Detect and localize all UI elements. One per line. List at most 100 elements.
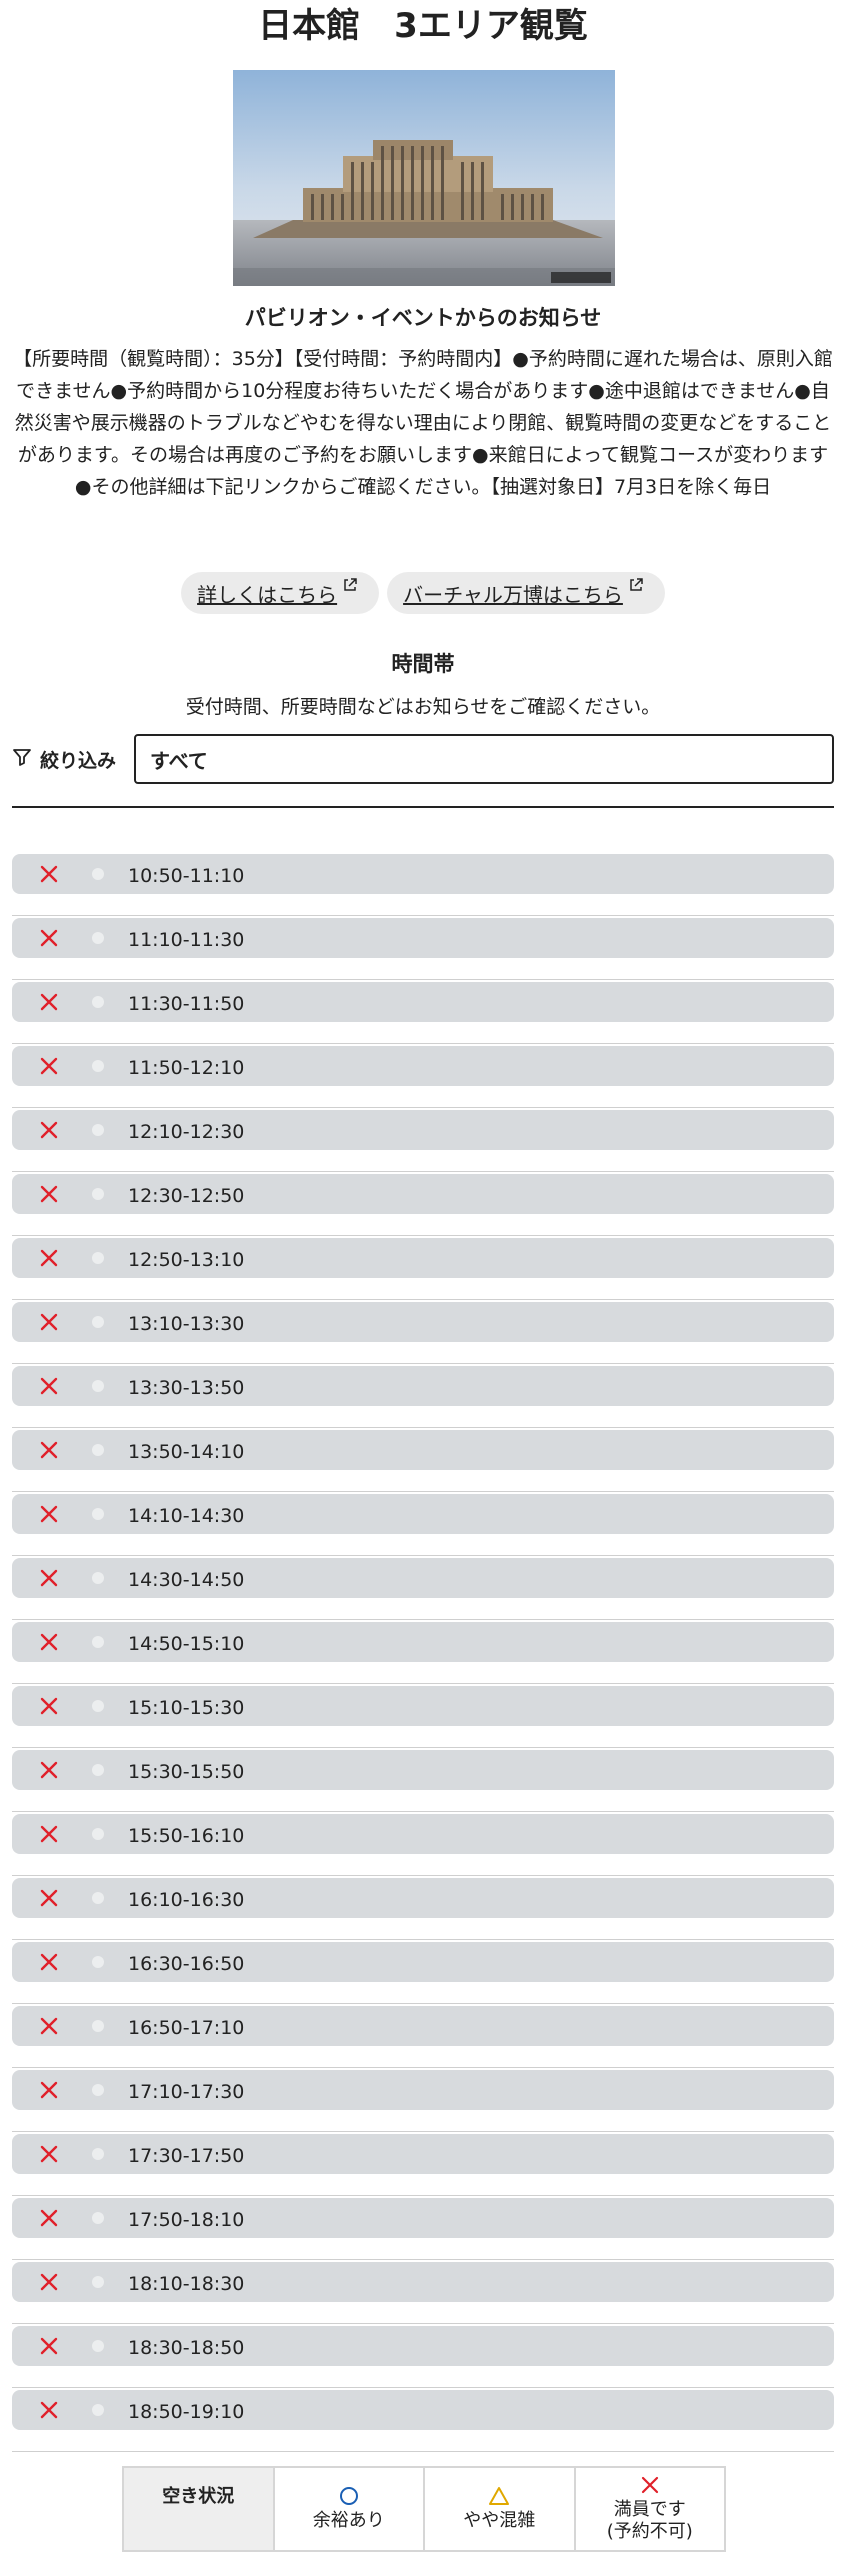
cross-icon — [38, 1311, 60, 1333]
timeslot-row: 11:30-11:50 — [12, 980, 834, 1044]
timeslot-time: 13:10-13:30 — [128, 1313, 245, 1335]
radio-indicator-icon — [92, 1700, 104, 1712]
timeslot-list: 10:50-11:10 11:10-11:30 11:30-11:50 11:50-1… — [12, 852, 834, 2452]
timeslot-time: 11:50-12:10 — [128, 1057, 245, 1079]
timeslot-button[interactable]: 14:30-14:50 — [12, 1558, 834, 1598]
timeslot-time: 16:50-17:10 — [128, 2017, 245, 2039]
timeslot-heading: 時間帯 — [391, 652, 455, 676]
legend-title-text: 空き状況 — [162, 2486, 235, 2507]
cross-icon — [38, 2015, 60, 2037]
timeslot-time: 12:10-12:30 — [128, 1121, 245, 1143]
cross-icon — [38, 1055, 60, 1077]
cross-icon — [38, 1119, 60, 1141]
cross-icon — [38, 1951, 60, 1973]
timeslot-button[interactable]: 16:30-16:50 — [12, 1942, 834, 1982]
details-link-label: 詳しくはこちら — [197, 582, 338, 607]
timeslot-button[interactable]: 14:10-14:30 — [12, 1494, 834, 1534]
filter-select[interactable]: すべて — [134, 734, 834, 784]
pavilion-photo — [233, 70, 615, 286]
legend-full-label-line1: 満員です — [613, 2499, 686, 2520]
timeslot-button[interactable]: 11:50-12:10 — [12, 1046, 834, 1086]
timeslot-time: 18:30-18:50 — [128, 2337, 245, 2359]
timeslot-button[interactable]: 12:30-12:50 — [12, 1174, 834, 1214]
radio-indicator-icon — [92, 1572, 104, 1584]
radio-indicator-icon — [92, 1764, 104, 1776]
timeslot-row: 17:10-17:30 — [12, 2068, 834, 2132]
timeslot-button[interactable]: 13:10-13:30 — [12, 1302, 834, 1342]
cross-icon — [38, 2335, 60, 2357]
radio-indicator-icon — [92, 1892, 104, 1904]
timeslot-button[interactable]: 12:10-12:30 — [12, 1110, 834, 1150]
radio-indicator-icon — [92, 1316, 104, 1328]
radio-indicator-icon — [92, 1956, 104, 1968]
timeslot-button[interactable]: 13:50-14:10 — [12, 1430, 834, 1470]
legend-title: 空き状況 — [124, 2468, 273, 2550]
timeslot-button[interactable]: 16:10-16:30 — [12, 1878, 834, 1918]
page-title: 日本館 3エリア観覧 — [258, 6, 588, 46]
timeslot-button[interactable]: 18:50-19:10 — [12, 2390, 834, 2430]
cross-icon — [38, 1631, 60, 1653]
timeslot-row: 15:50-16:10 — [12, 1812, 834, 1876]
legend-full-label-line2: (予約不可) — [606, 2521, 693, 2542]
cross-icon — [38, 2079, 60, 2101]
cross-icon — [38, 863, 60, 885]
notice-heading: パビリオン・イベントからのお知らせ — [244, 306, 602, 330]
radio-indicator-icon — [92, 1636, 104, 1648]
cross-icon — [38, 1375, 60, 1397]
divider — [12, 806, 834, 808]
timeslot-button[interactable]: 15:30-15:50 — [12, 1750, 834, 1790]
radio-indicator-icon — [92, 996, 104, 1008]
cross-icon — [38, 1503, 60, 1525]
timeslot-time: 16:10-16:30 — [128, 1889, 245, 1911]
cross-icon — [640, 2475, 660, 2497]
timeslot-button[interactable]: 17:10-17:30 — [12, 2070, 834, 2110]
timeslot-time: 18:10-18:30 — [128, 2273, 245, 2295]
timeslot-row: 15:10-15:30 — [12, 1684, 834, 1748]
timeslot-button[interactable]: 12:50-13:10 — [12, 1238, 834, 1278]
radio-indicator-icon — [92, 932, 104, 944]
details-link-button[interactable]: 詳しくはこちら — [181, 572, 380, 614]
timeslot-time: 10:50-11:10 — [128, 865, 245, 887]
timeslot-button[interactable]: 16:50-17:10 — [12, 2006, 834, 2046]
filter-select-value: すべて — [150, 748, 208, 773]
virtual-expo-link-button[interactable]: バーチャル万博はこちら — [387, 572, 665, 614]
filter-icon — [12, 747, 40, 772]
timeslot-button[interactable]: 18:10-18:30 — [12, 2262, 834, 2302]
timeslot-button[interactable]: 17:50-18:10 — [12, 2198, 834, 2238]
timeslot-button[interactable]: 11:10-11:30 — [12, 918, 834, 958]
radio-indicator-icon — [92, 2212, 104, 2224]
timeslot-time: 11:30-11:50 — [128, 993, 245, 1015]
timeslot-time: 13:50-14:10 — [128, 1441, 245, 1463]
timeslot-button[interactable]: 15:10-15:30 — [12, 1686, 834, 1726]
timeslot-time: 17:30-17:50 — [128, 2145, 245, 2167]
availability-legend: 空き状況 余裕あり やや混雑 満員です (予約不可) — [122, 2466, 726, 2552]
cross-icon — [38, 1759, 60, 1781]
timeslot-time: 14:10-14:30 — [128, 1505, 245, 1527]
timeslot-button[interactable]: 17:30-17:50 — [12, 2134, 834, 2174]
timeslot-row: 10:50-11:10 — [12, 852, 834, 916]
timeslot-time: 18:50-19:10 — [128, 2401, 245, 2423]
radio-indicator-icon — [92, 1252, 104, 1264]
timeslot-button[interactable]: 13:30-13:50 — [12, 1366, 834, 1406]
timeslot-button[interactable]: 10:50-11:10 — [12, 854, 834, 894]
timeslot-row: 17:30-17:50 — [12, 2132, 834, 2196]
timeslot-subtext: 受付時間、所要時間などはお知らせをご確認ください。 — [185, 696, 661, 718]
radio-indicator-icon — [92, 2276, 104, 2288]
timeslot-row: 11:50-12:10 — [12, 1044, 834, 1108]
timeslot-button[interactable]: 14:50-15:10 — [12, 1622, 834, 1662]
filter-bar: 絞り込み すべて — [12, 734, 834, 784]
cross-icon — [38, 1439, 60, 1461]
timeslot-row: 12:30-12:50 — [12, 1172, 834, 1236]
timeslot-row: 18:30-18:50 — [12, 2324, 834, 2388]
legend-busy: やや混雑 — [423, 2468, 574, 2550]
timeslot-button[interactable]: 15:50-16:10 — [12, 1814, 834, 1854]
timeslot-row: 12:50-13:10 — [12, 1236, 834, 1300]
radio-indicator-icon — [92, 1508, 104, 1520]
legend-busy-label: やや混雑 — [463, 2510, 536, 2531]
timeslot-row: 13:50-14:10 — [12, 1428, 834, 1492]
cross-icon — [38, 1887, 60, 1909]
timeslot-row: 11:10-11:30 — [12, 916, 834, 980]
timeslot-button[interactable]: 18:30-18:50 — [12, 2326, 834, 2366]
timeslot-button[interactable]: 11:30-11:50 — [12, 982, 834, 1022]
radio-indicator-icon — [92, 2084, 104, 2096]
